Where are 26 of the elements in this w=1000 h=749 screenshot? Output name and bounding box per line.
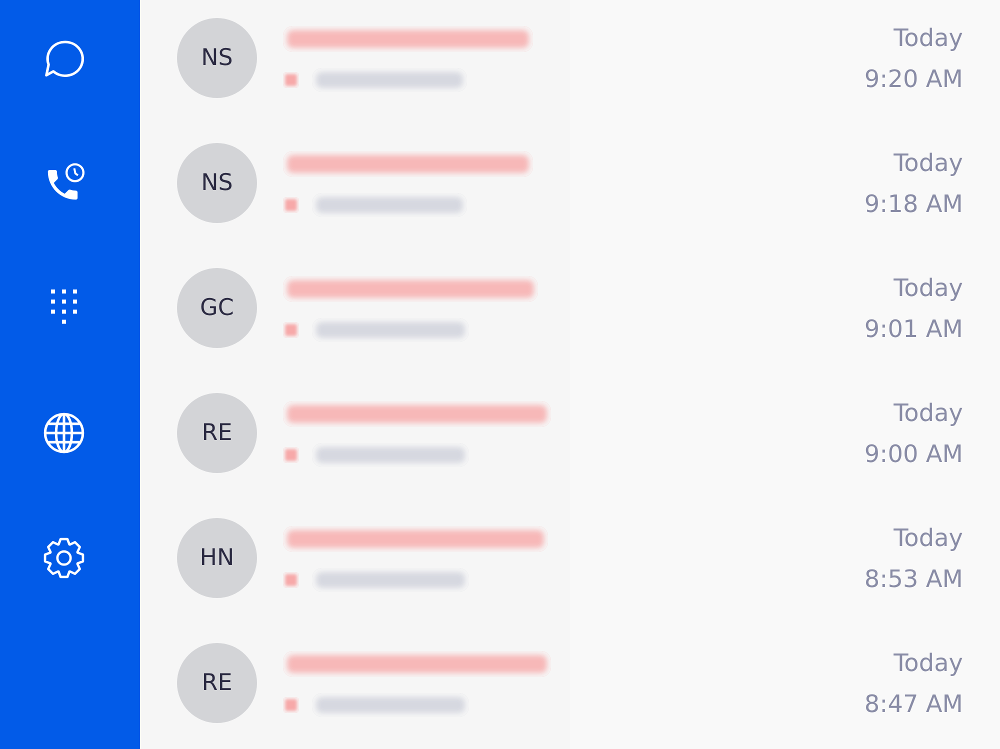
time-label: 9:00 AM — [864, 439, 963, 470]
date-label: Today — [894, 523, 963, 554]
blurred-status-icon — [283, 72, 299, 88]
date-label: Today — [894, 273, 963, 304]
date-label: Today — [894, 648, 963, 679]
date-label: Today — [894, 398, 963, 429]
date-label: Today — [894, 23, 963, 54]
initials-avatar: NS — [177, 18, 257, 98]
initials-avatar: NS — [177, 143, 257, 223]
time-label: 9:20 AM — [864, 64, 963, 95]
initials-avatar: RE — [177, 393, 257, 473]
initials-avatar: HN — [177, 518, 257, 598]
initials-avatar: RE — [177, 643, 257, 723]
blurred-status-icon — [283, 322, 299, 338]
time-label: 8:47 AM — [864, 689, 963, 720]
time-label: 8:53 AM — [864, 564, 963, 595]
blurred-status-icon — [283, 447, 299, 463]
globe-icon — [42, 411, 86, 455]
time-label: 9:18 AM — [864, 189, 963, 220]
initials-avatar: GC — [177, 268, 257, 348]
time-label: 9:01 AM — [864, 314, 963, 345]
date-label: Today — [894, 148, 963, 179]
gear-icon — [42, 536, 86, 580]
blurred-status-icon — [283, 572, 299, 588]
blurred-status-icon — [283, 697, 299, 713]
blurred-status-icon — [283, 197, 299, 213]
